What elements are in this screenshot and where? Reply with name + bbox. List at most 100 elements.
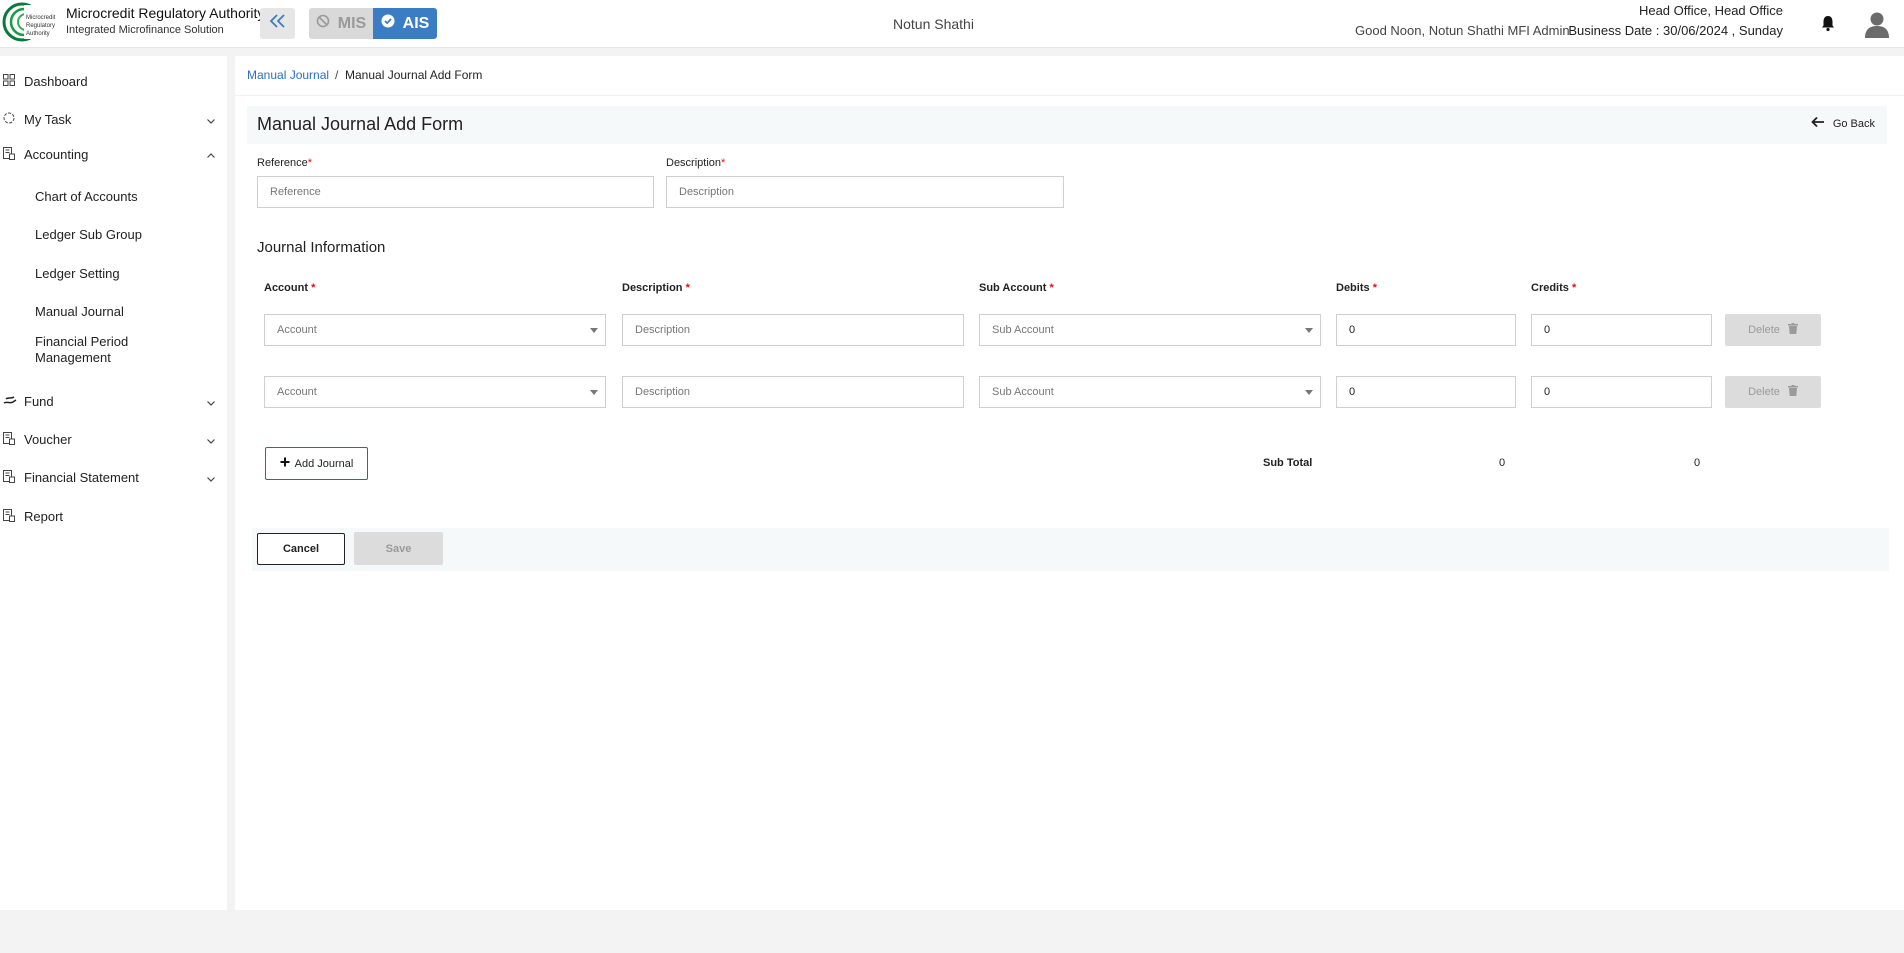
caret-down-icon (590, 390, 598, 395)
circle-dashed-icon (3, 112, 17, 126)
sidebar-item-my-task[interactable]: My Task (0, 111, 227, 127)
cancel-button[interactable]: Cancel (257, 533, 345, 565)
row-description-input[interactable] (622, 376, 964, 408)
description-label: Description* (666, 157, 725, 169)
sidebar-item-label: Report (24, 508, 64, 524)
reference-label-text: Reference (257, 157, 308, 169)
ledger-icon (3, 432, 17, 446)
chevron-down-icon (206, 434, 216, 444)
sidebar-item-accounting[interactable]: Accounting (0, 146, 227, 162)
sidebar-subitem-ledger-setting[interactable]: Ledger Setting (35, 266, 195, 282)
ais-module-button[interactable]: AIS (373, 8, 437, 39)
sidebar-item-label: Financial Statement (24, 469, 139, 485)
required-mark: * (307, 157, 313, 169)
description-input[interactable] (666, 176, 1064, 208)
ledger-icon (3, 147, 17, 161)
sub-account-select[interactable]: Sub Account (979, 314, 1321, 346)
save-button[interactable]: Save (354, 532, 443, 565)
plus-icon (280, 457, 290, 470)
org-subtitle: Integrated Microfinance Solution (66, 24, 224, 36)
sidebar-item-dashboard[interactable]: Dashboard (0, 73, 227, 89)
account-select-placeholder: Account (277, 386, 317, 398)
sidebar-subitem-manual-journal[interactable]: Manual Journal (35, 304, 195, 320)
sidebar-subitem-ledger-sub-group[interactable]: Ledger Sub Group (35, 227, 195, 243)
caret-down-icon (1305, 328, 1313, 333)
required-mark: * (311, 282, 316, 294)
caret-down-icon (1305, 390, 1313, 395)
greeting-text: Good Noon, Notun Shathi MFI Admin (1355, 23, 1570, 38)
row-description-input[interactable] (622, 314, 964, 346)
sidebar-item-fund[interactable]: Fund (0, 393, 227, 409)
main-content: Manual Journal / Manual Journal Add Form… (235, 56, 1904, 910)
column-header-text: Sub Account (979, 282, 1047, 294)
top-header: Microcredit Regulatory Authority Microcr… (0, 0, 1904, 48)
chevron-down-icon (206, 472, 216, 482)
office-name: Head Office, Head Office (1638, 3, 1783, 18)
go-back-button[interactable]: Go Back (1811, 116, 1875, 131)
delete-row-button[interactable]: Delete (1725, 376, 1821, 408)
account-select-placeholder: Account (277, 324, 317, 336)
sidebar-item-voucher[interactable]: Voucher (0, 431, 227, 447)
sub-account-select-placeholder: Sub Account (992, 386, 1054, 398)
trash-icon (1787, 323, 1798, 337)
subtotal-credits: 0 (1694, 457, 1701, 469)
sidebar-item-report[interactable]: Report (0, 508, 227, 524)
mfi-name: Notun Shathi (893, 16, 974, 32)
sidebar-item-financial-statement[interactable]: Financial Statement (0, 469, 227, 485)
hand-money-icon (3, 394, 17, 408)
page-title: Manual Journal Add Form (257, 114, 464, 134)
breadcrumb: Manual Journal / Manual Journal Add Form (235, 56, 1904, 96)
breadcrumb-separator: / (335, 68, 339, 82)
add-journal-label: Add Journal (294, 457, 354, 470)
debits-input[interactable] (1336, 376, 1516, 408)
arrow-left-icon (1811, 116, 1825, 131)
required-mark: * (1049, 282, 1054, 294)
svg-text:Microcredit: Microcredit (26, 15, 56, 21)
user-avatar-icon[interactable] (1862, 9, 1892, 39)
caret-down-icon (590, 328, 598, 333)
column-header-credits: Credits * (1531, 282, 1576, 294)
mra-logo: Microcredit Regulatory Authority (2, 2, 58, 42)
collapse-sidebar-button[interactable] (260, 8, 295, 39)
add-journal-button[interactable]: Add Journal (265, 447, 368, 480)
svg-text:Regulatory: Regulatory (26, 23, 55, 29)
trash-icon (1787, 385, 1798, 399)
svg-text:Authority: Authority (26, 31, 50, 37)
description-label-text: Description (666, 157, 722, 169)
required-mark: * (685, 282, 690, 294)
go-back-label: Go Back (1832, 117, 1875, 130)
mis-module-button[interactable]: MIS (309, 8, 373, 39)
sidebar-subitem-financial-period-management[interactable]: Financial Period Management (35, 334, 155, 366)
breadcrumb-link-manual-journal[interactable]: Manual Journal (247, 68, 329, 82)
ban-icon (316, 14, 330, 33)
sub-account-select[interactable]: Sub Account (979, 376, 1321, 408)
column-header-text: Debits (1336, 282, 1370, 294)
notification-bell-icon[interactable] (1818, 13, 1838, 33)
credits-input[interactable] (1531, 376, 1712, 408)
double-chevron-left-icon (268, 13, 288, 34)
sidebar-item-label: Fund (24, 393, 54, 409)
required-mark: * (1571, 282, 1577, 294)
required-mark: * (1372, 282, 1377, 294)
delete-label: Delete (1748, 324, 1780, 336)
column-header-account: Account * (264, 282, 315, 294)
org-title: Microcredit Regulatory Authority (66, 5, 265, 21)
delete-label: Delete (1748, 386, 1780, 398)
column-header-description: Description * (622, 282, 690, 294)
form-actions-bar: Cancel Save (252, 528, 1889, 571)
delete-row-button[interactable]: Delete (1725, 314, 1821, 346)
sidebar-subitem-chart-of-accounts[interactable]: Chart of Accounts (35, 189, 195, 205)
reference-input[interactable] (257, 176, 654, 208)
check-circle-icon (381, 14, 395, 33)
column-header-text: Description (622, 282, 683, 294)
account-select[interactable]: Account (264, 376, 606, 408)
account-select[interactable]: Account (264, 314, 606, 346)
debits-input[interactable] (1336, 314, 1516, 346)
business-date: Business Date : 30/06/2024 , Sunday (1568, 23, 1783, 38)
org-name-block: Microcredit Regulatory Authority Integra… (66, 5, 264, 36)
sidebar-item-label: Dashboard (24, 73, 88, 89)
breadcrumb-current: Manual Journal Add Form (345, 68, 483, 82)
credits-input[interactable] (1531, 314, 1712, 346)
journal-section-title: Journal Information (257, 239, 386, 256)
reference-label: Reference* (257, 157, 312, 169)
